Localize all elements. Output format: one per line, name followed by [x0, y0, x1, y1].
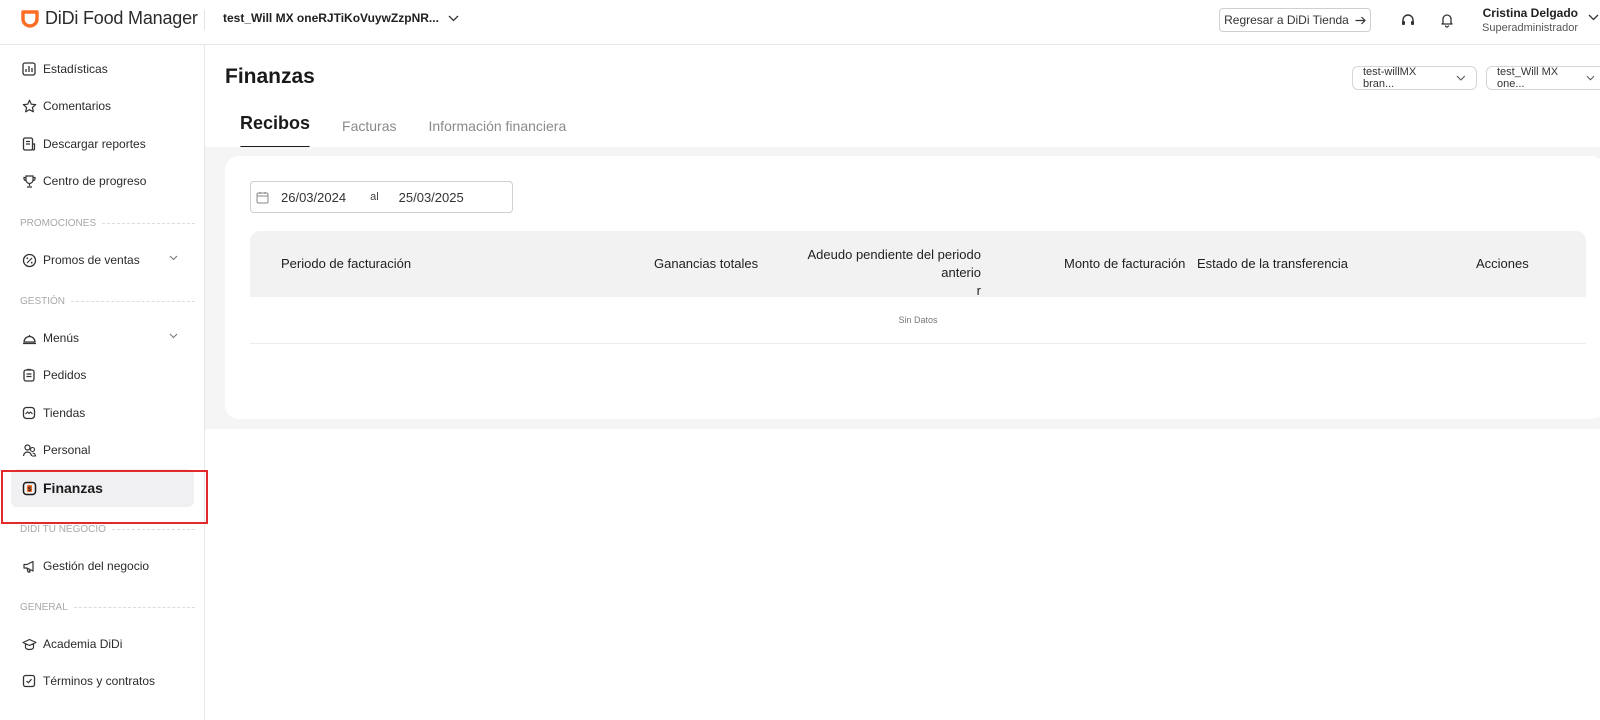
trophy-icon — [21, 173, 37, 189]
sidebar-item-label: Descargar reportes — [43, 137, 146, 151]
app-logo[interactable]: DiDi Food Manager — [20, 8, 198, 29]
section-label-promociones: PROMOCIONES — [20, 218, 195, 229]
sidebar-item-label: Finanzas — [43, 480, 103, 496]
section-label-general: GENERAL — [20, 602, 195, 613]
sidebar-item-label: Promos de ventas — [43, 253, 140, 267]
sidebar-item-academia-didi[interactable]: Academia DiDi — [11, 625, 194, 663]
header-divider — [204, 10, 205, 30]
report-icon — [21, 136, 37, 152]
section-label-text: DIDI TU NEGOCIO — [20, 524, 106, 535]
sidebar-item-label: Comentarios — [43, 99, 112, 113]
sidebar-item-menus[interactable]: Menús — [11, 319, 194, 357]
sidebar-item-label: Términos y contratos — [43, 674, 156, 688]
contract-icon — [21, 673, 37, 689]
column-header-acciones: Acciones — [1476, 256, 1529, 271]
arrow-right-icon — [1355, 16, 1366, 24]
finance-tabs: Recibos Facturas Información financiera — [240, 111, 598, 149]
chevron-down-icon — [1456, 75, 1466, 81]
tab-facturas[interactable]: Facturas — [342, 111, 396, 149]
sidebar-item-label: Menús — [43, 331, 80, 345]
brand-filter-select[interactable]: test-willMX bran... — [1352, 66, 1477, 90]
clipboard-icon — [21, 367, 37, 383]
receipts-card: 26/03/2024 al 25/03/2025 Periodo de fact… — [225, 156, 1600, 419]
svg-text:$: $ — [27, 485, 31, 492]
back-to-didi-store-button[interactable]: Regresar a DiDi Tienda — [1219, 8, 1371, 32]
sidebar-item-descargar-reportes[interactable]: Descargar reportes — [11, 125, 194, 163]
bell-icon[interactable] — [1438, 11, 1456, 29]
store-icon — [21, 405, 37, 421]
main-content: Finanzas test-willMX bran... test_Will M… — [205, 45, 1600, 720]
sidebar-item-label: Centro de progreso — [43, 174, 147, 188]
tab-recibos[interactable]: Recibos — [240, 111, 311, 149]
cloche-icon — [21, 330, 37, 346]
column-header-ganancias: Ganancias totales — [654, 256, 759, 271]
sidebar-item-promos-de-ventas[interactable]: Promos de ventas — [11, 241, 194, 279]
sidebar-item-label: Academia DiDi — [43, 637, 123, 651]
empty-state-row: Sin Datos — [250, 297, 1586, 344]
sidebar: Estadísticas Comentarios Descargar repor… — [0, 45, 205, 720]
sidebar-item-label: Tiendas — [43, 406, 86, 420]
graduation-cap-icon — [21, 636, 37, 652]
megaphone-icon — [21, 558, 37, 574]
discount-icon — [21, 252, 37, 268]
sidebar-item-pedidos[interactable]: Pedidos — [11, 356, 194, 394]
date-from[interactable]: 26/03/2024 — [281, 190, 346, 205]
calendar-icon — [256, 191, 269, 203]
store-selector[interactable]: test_Will MX oneRJTiKoVuywZzpNR... — [223, 11, 459, 25]
brand-filter-value: test-willMX bran... — [1363, 66, 1417, 90]
page-title: Finanzas — [225, 65, 315, 88]
column-header-estado: Estado de la transferencia — [1197, 256, 1349, 271]
sidebar-item-centro-de-progreso[interactable]: Centro de progreso — [11, 162, 194, 200]
store-name: test_Will MX oneRJTiKoVuywZzpNR... — [223, 11, 439, 25]
tab-informacion-financiera[interactable]: Información financiera — [429, 111, 567, 149]
date-separator: al — [370, 191, 379, 203]
chevron-down-icon — [169, 255, 178, 261]
sidebar-item-label: Personal — [43, 443, 91, 457]
dollar-icon: $ — [21, 480, 37, 496]
column-header-periodo: Periodo de facturación — [281, 256, 412, 271]
sidebar-item-label: Gestión del negocio — [43, 559, 150, 573]
date-to[interactable]: 25/03/2025 — [399, 190, 464, 205]
sidebar-item-finanzas[interactable]: $ Finanzas — [11, 469, 194, 507]
headset-icon[interactable] — [1399, 11, 1417, 29]
app-name: DiDi Food Manager — [45, 8, 198, 28]
chevron-down-icon — [448, 15, 459, 21]
star-icon — [21, 98, 37, 114]
column-header-adeudo-line1: Adeudo pendiente del periodo anterio — [807, 247, 981, 280]
top-bar: DiDi Food Manager test_Will MX oneRJTiKo… — [0, 0, 1600, 45]
section-label-gestion: GESTIÓN — [20, 296, 195, 307]
sidebar-item-terminos-y-contratos[interactable]: Términos y contratos — [11, 662, 194, 700]
sidebar-item-label: Pedidos — [43, 368, 87, 382]
column-header-adeudo: Adeudo pendiente del periodo anterio r — [769, 246, 981, 300]
people-icon — [21, 442, 37, 458]
didi-logo-icon — [20, 9, 40, 29]
store-filter-select[interactable]: test_Will MX one... — [1486, 66, 1600, 90]
sidebar-item-comentarios[interactable]: Comentarios — [11, 87, 194, 125]
receipts-table-header: Periodo de facturación Ganancias totales… — [250, 231, 1586, 300]
section-label-text: PROMOCIONES — [20, 218, 97, 229]
sidebar-item-label: Estadísticas — [43, 62, 108, 76]
empty-state-text: Sin Datos — [898, 315, 938, 325]
sidebar-item-gestion-del-negocio[interactable]: Gestión del negocio — [11, 547, 194, 585]
section-label-text: GENERAL — [20, 602, 68, 613]
back-button-label: Regresar a DiDi Tienda — [1224, 13, 1349, 27]
sidebar-item-tiendas[interactable]: Tiendas — [11, 394, 194, 432]
section-label-didi-tu-negocio: DIDI TU NEGOCIO — [20, 524, 195, 535]
user-name: Cristina Delgado — [1482, 6, 1578, 20]
chevron-down-icon — [1586, 75, 1595, 81]
store-filter-value: test_Will MX one... — [1497, 66, 1559, 90]
date-range-picker[interactable]: 26/03/2024 al 25/03/2025 — [250, 181, 513, 213]
sidebar-item-personal[interactable]: Personal — [11, 431, 194, 469]
user-role: Superadministrador — [1482, 22, 1578, 34]
chevron-down-icon — [169, 333, 178, 339]
user-chevron-down-icon[interactable] — [1588, 14, 1599, 21]
chart-icon — [21, 61, 37, 77]
sidebar-item-estadisticas[interactable]: Estadísticas — [11, 50, 194, 88]
column-header-monto: Monto de facturación — [1064, 256, 1186, 271]
user-menu[interactable]: Cristina Delgado Superadministrador — [1480, 6, 1578, 34]
section-label-text: GESTIÓN — [20, 296, 66, 307]
